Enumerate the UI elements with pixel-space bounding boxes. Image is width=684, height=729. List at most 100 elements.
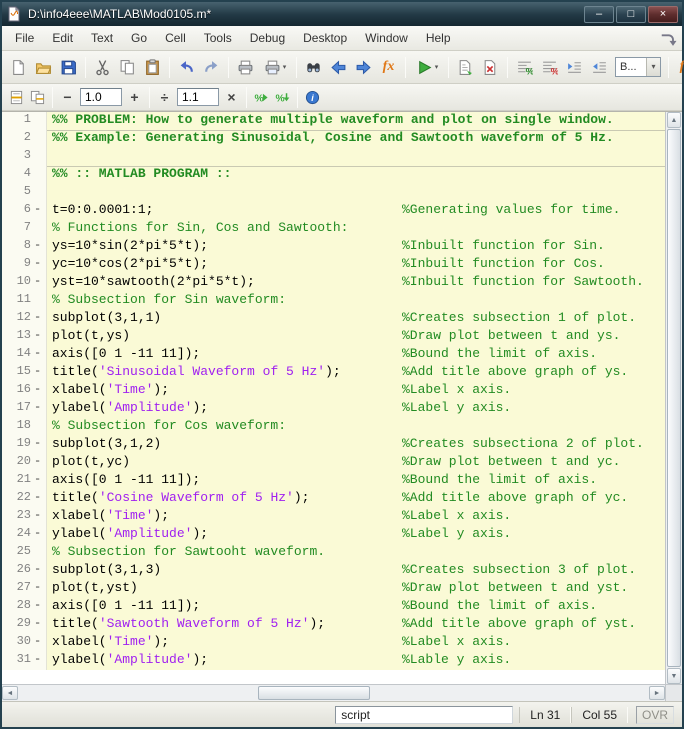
- scroll-right-button[interactable]: ►: [649, 686, 665, 700]
- maximize-button[interactable]: □: [616, 5, 646, 23]
- function-browser-icon[interactable]: fx: [673, 55, 684, 80]
- redo-icon[interactable]: [199, 55, 224, 80]
- code-text[interactable]: title('Sawtooth Waveform of 5 Hz'); %Add …: [47, 616, 665, 634]
- code-line[interactable]: 14- axis([0 1 -11 11]); %Bound the limit o…: [2, 346, 665, 364]
- new-script-icon[interactable]: [6, 55, 31, 80]
- line-number-gutter[interactable]: 29-: [2, 616, 47, 634]
- code-line[interactable]: 16- xlabel('Time'); %Label x axis.: [2, 382, 665, 400]
- line-number-gutter[interactable]: 9-: [2, 256, 47, 274]
- code-line[interactable]: 18% Subsection for Cos waveform:: [2, 418, 665, 436]
- increment-button[interactable]: +: [124, 87, 145, 108]
- menu-desktop[interactable]: Desktop: [294, 27, 356, 49]
- code-text[interactable]: %% :: MATLAB PROGRAM ::: [47, 166, 665, 184]
- line-number-gutter[interactable]: 16-: [2, 382, 47, 400]
- line-number-gutter[interactable]: 13-: [2, 328, 47, 346]
- line-number-gutter[interactable]: 30-: [2, 634, 47, 652]
- code-editor[interactable]: 1%% PROBLEM: How to generate multiple wa…: [2, 112, 665, 684]
- line-number-gutter[interactable]: 6-: [2, 202, 47, 220]
- code-text[interactable]: xlabel('Time'); %Label x axis.: [47, 634, 665, 652]
- code-line[interactable]: 17- ylabel('Amplitude'); %Label y axis.: [2, 400, 665, 418]
- code-text[interactable]: ylabel('Amplitude'); %Label y axis.: [47, 526, 665, 544]
- code-line[interactable]: 1%% PROBLEM: How to generate multiple wa…: [2, 112, 665, 130]
- code-line[interactable]: 20- plot(t,yc) %Draw plot between t and yc…: [2, 454, 665, 472]
- horizontal-scrollbar[interactable]: ◄ ►: [2, 684, 665, 701]
- divide-button[interactable]: ÷: [154, 87, 175, 108]
- code-line[interactable]: 4%% :: MATLAB PROGRAM ::: [2, 166, 665, 184]
- code-line[interactable]: 11% Subsection for Sin waveform:: [2, 292, 665, 310]
- line-number-gutter[interactable]: 14-: [2, 346, 47, 364]
- paste-icon[interactable]: [140, 55, 165, 80]
- menu-edit[interactable]: Edit: [43, 27, 82, 49]
- code-text[interactable]: title('Sinusoidal Waveform of 5 Hz'); %Ad…: [47, 364, 665, 382]
- code-text[interactable]: % Functions for Sin, Cos and Sawtooth:: [47, 220, 665, 238]
- line-number-gutter[interactable]: 22-: [2, 490, 47, 508]
- cell-mode-info-icon[interactable]: i: [302, 87, 323, 108]
- code-text[interactable]: t=0:0.0001:1; %Generating values for time…: [47, 202, 665, 220]
- menu-cell[interactable]: Cell: [156, 27, 195, 49]
- evaluate-cell-advance-icon[interactable]: %: [272, 87, 293, 108]
- code-line[interactable]: 21- axis([0 1 -11 11]); %Bound the limit o…: [2, 472, 665, 490]
- stack-dropdown[interactable]: B... ▾: [615, 57, 661, 77]
- line-number-gutter[interactable]: 1: [2, 112, 47, 130]
- minimize-button[interactable]: –: [584, 5, 614, 23]
- code-line[interactable]: 22- title('Cosine Waveform of 5 Hz'); %Add…: [2, 490, 665, 508]
- line-number-gutter[interactable]: 31-: [2, 652, 47, 670]
- code-text[interactable]: subplot(3,1,2) %Creates subsectiona 2 of …: [47, 436, 665, 454]
- code-line[interactable]: 13- plot(t,ys) %Draw plot between t and ys…: [2, 328, 665, 346]
- code-text[interactable]: [47, 148, 665, 166]
- code-line[interactable]: 3: [2, 148, 665, 166]
- code-text[interactable]: axis([0 1 -11 11]); %Bound the limit of a…: [47, 472, 665, 490]
- code-line[interactable]: 30- xlabel('Time'); %Label x axis.: [2, 634, 665, 652]
- find-icon[interactable]: [301, 55, 326, 80]
- menu-text[interactable]: Text: [82, 27, 122, 49]
- print-icon[interactable]: [233, 55, 258, 80]
- line-number-gutter[interactable]: 21-: [2, 472, 47, 490]
- save-icon[interactable]: [56, 55, 81, 80]
- uncomment-icon[interactable]: %: [537, 55, 562, 80]
- menu-file[interactable]: File: [6, 27, 43, 49]
- code-text[interactable]: axis([0 1 -11 11]); %Bound the limit of a…: [47, 346, 665, 364]
- code-line[interactable]: 6- t=0:0.0001:1; %Generating values for ti…: [2, 202, 665, 220]
- line-number-gutter[interactable]: 26-: [2, 562, 47, 580]
- multiply-button[interactable]: ×: [221, 87, 242, 108]
- print-options-icon[interactable]: ▾: [258, 55, 292, 80]
- code-text[interactable]: xlabel('Time'); %Label x axis.: [47, 382, 665, 400]
- line-number-gutter[interactable]: 18: [2, 418, 47, 436]
- line-number-gutter[interactable]: 23-: [2, 508, 47, 526]
- line-number-gutter[interactable]: 10-: [2, 274, 47, 292]
- code-line[interactable]: 7% Functions for Sin, Cos and Sawtooth:: [2, 220, 665, 238]
- vertical-scrollbar[interactable]: ▲ ▼: [665, 112, 682, 684]
- undock-arrow-icon[interactable]: [658, 29, 678, 47]
- code-text[interactable]: ys=10*sin(2*pi*5*t); %Inbuilt function fo…: [47, 238, 665, 256]
- code-line[interactable]: 29- title('Sawtooth Waveform of 5 Hz'); %A…: [2, 616, 665, 634]
- code-line[interactable]: 5: [2, 184, 665, 202]
- menu-go[interactable]: Go: [122, 27, 156, 49]
- code-line[interactable]: 2%% Example: Generating Sinusoidal, Cosi…: [2, 130, 665, 148]
- run-icon[interactable]: ▾: [410, 55, 444, 80]
- code-text[interactable]: axis([0 1 -11 11]); %Bound the limit of a…: [47, 598, 665, 616]
- evaluate-cell-icon[interactable]: %: [251, 87, 272, 108]
- close-file-icon[interactable]: [478, 55, 503, 80]
- multiply-amount-field[interactable]: [177, 88, 219, 106]
- line-number-gutter[interactable]: 5: [2, 184, 47, 202]
- line-number-gutter[interactable]: 27-: [2, 580, 47, 598]
- code-line[interactable]: 26- subplot(3,1,3) %Creates subsection 3 o…: [2, 562, 665, 580]
- code-text[interactable]: yst=10*sawtooth(2*pi*5*t); %Inbuilt funct…: [47, 274, 665, 292]
- code-line[interactable]: 27- plot(t,yst) %Draw plot between t and y…: [2, 580, 665, 598]
- code-text[interactable]: xlabel('Time'); %Label x axis.: [47, 508, 665, 526]
- code-line[interactable]: 28- axis([0 1 -11 11]); %Bound the limit o…: [2, 598, 665, 616]
- go-forward-icon[interactable]: [351, 55, 376, 80]
- code-line[interactable]: 24- ylabel('Amplitude'); %Label y axis.: [2, 526, 665, 544]
- code-line[interactable]: 15- title('Sinusoidal Waveform of 5 Hz');…: [2, 364, 665, 382]
- scroll-left-button[interactable]: ◄: [2, 686, 18, 700]
- insert-cell-dividers-icon[interactable]: [27, 87, 48, 108]
- code-text[interactable]: plot(t,yc) %Draw plot between t and yc.: [47, 454, 665, 472]
- title-bar[interactable]: D:\info4eee\MATLAB\Mod0105.m* – □ ×: [2, 2, 682, 26]
- code-line[interactable]: 25% Subsection for Sawtooht waveform.: [2, 544, 665, 562]
- code-text[interactable]: subplot(3,1,1) %Creates subsection 1 of p…: [47, 310, 665, 328]
- line-number-gutter[interactable]: 17-: [2, 400, 47, 418]
- code-line[interactable]: 19- subplot(3,1,2) %Creates subsectiona 2 …: [2, 436, 665, 454]
- decrease-indent-icon[interactable]: [587, 55, 612, 80]
- code-text[interactable]: % Subsection for Sin waveform:: [47, 292, 665, 310]
- vertical-scroll-thumb[interactable]: [667, 129, 681, 667]
